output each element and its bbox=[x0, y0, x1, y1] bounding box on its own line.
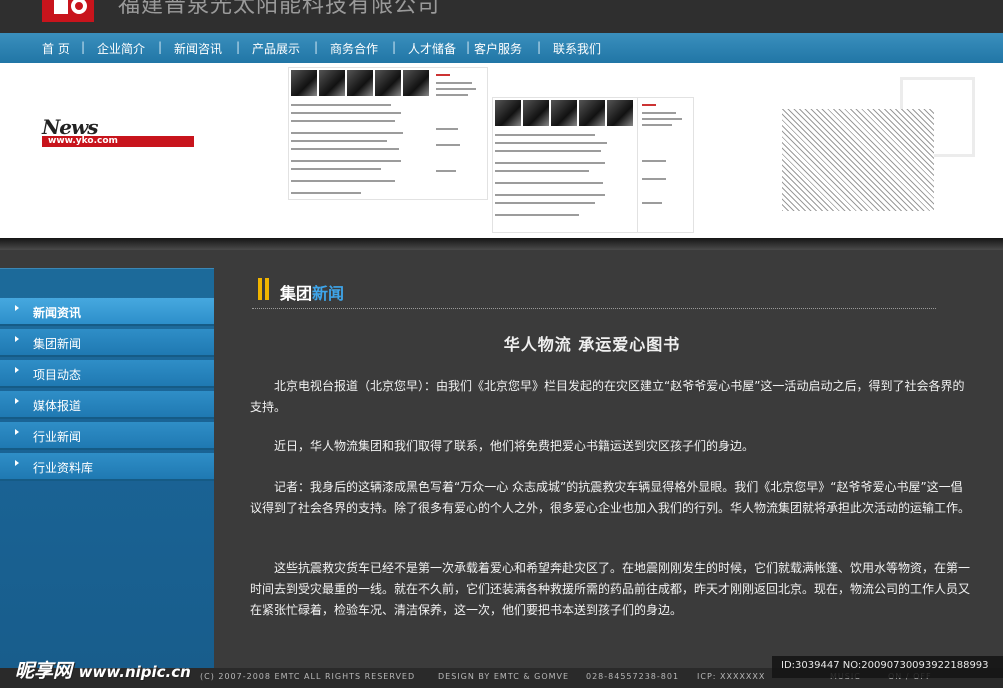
news-logo: News www.yko.com bbox=[42, 115, 194, 147]
main-content: 集团新闻 华人物流 承运爱心图书 北京电视台报道（北京您早）：由我们《北京您早》… bbox=[250, 268, 972, 668]
nav-separator: | bbox=[236, 40, 241, 54]
sidebar-item-label: 行业新闻 bbox=[33, 430, 82, 444]
arrow-right-icon bbox=[15, 305, 19, 311]
sidebar-item-label: 行业资料库 bbox=[33, 461, 94, 475]
nav-item-contact[interactable]: 联系我们 bbox=[553, 40, 601, 57]
banner-page-preview bbox=[288, 67, 434, 200]
sidebar-item-media-reports[interactable]: 媒体报道 bbox=[0, 391, 214, 419]
sidebar-item-label: 媒体报道 bbox=[33, 399, 82, 413]
arrow-right-icon bbox=[15, 398, 19, 404]
arrow-right-icon bbox=[15, 336, 19, 342]
footer-phone: 028-84557238-801 bbox=[586, 672, 680, 681]
nav-separator: | bbox=[392, 40, 397, 54]
nav-item-about[interactable]: 企业简介 bbox=[97, 40, 145, 57]
nav-item-business[interactable]: 商务合作 bbox=[330, 40, 378, 57]
nav-item-service[interactable]: 客户服务 bbox=[474, 40, 522, 57]
sidebar-item-label: 项目动态 bbox=[33, 368, 82, 382]
article-title: 华人物流 承运爱心图书 bbox=[503, 335, 681, 354]
article-paragraph: 这些抗震救灾货车已经不是第一次承载着爱心和希望奔赴灾区了。在地震刚刚发生的时候，… bbox=[250, 561, 971, 617]
section-bar-icon bbox=[258, 278, 262, 300]
logo-ring-icon bbox=[71, 0, 87, 14]
nav-separator: | bbox=[537, 40, 542, 54]
sidebar-item-news-info[interactable]: 新闻资讯 bbox=[0, 298, 214, 326]
arrow-right-icon bbox=[15, 429, 19, 435]
section-divider bbox=[252, 308, 936, 309]
banner-page-sidebar bbox=[432, 67, 488, 200]
preview-photo-strip bbox=[291, 70, 429, 96]
nav-separator: | bbox=[81, 40, 86, 54]
banner-page-sidebar-2 bbox=[638, 97, 694, 233]
nav-item-news[interactable]: 新闻咨讯 bbox=[174, 40, 222, 57]
article-paragraph: 记者：我身后的这辆漆成黑色写着“万众一心 众志成城”的抗震救灾车辆显得格外显眼。… bbox=[250, 480, 971, 515]
nav-item-home[interactable]: 首 页 bbox=[42, 40, 70, 57]
arrow-right-icon bbox=[15, 460, 19, 466]
section-bar-icon bbox=[265, 278, 269, 300]
nav-item-products[interactable]: 产品展示 bbox=[252, 40, 300, 57]
banner: News www.yko.com bbox=[0, 63, 1003, 238]
preview-photo-strip bbox=[495, 100, 633, 126]
banner-page-preview-2 bbox=[492, 97, 638, 233]
arrow-right-icon bbox=[15, 367, 19, 373]
company-logo[interactable] bbox=[42, 0, 94, 22]
watermark-site-name: 昵享网 bbox=[15, 660, 73, 682]
article-paragraph: 北京电视台报道（北京您早）：由我们《北京您早》栏目发起的在灾区建立“赵爷爷爱心书… bbox=[250, 379, 965, 414]
watermark-site: 昵享网 www.nipic.cn bbox=[15, 656, 191, 683]
sidebar-item-label: 集团新闻 bbox=[33, 337, 82, 351]
sidebar-item-industry-news[interactable]: 行业新闻 bbox=[0, 422, 214, 450]
banner-divider bbox=[0, 238, 1003, 250]
nav-separator: | bbox=[466, 40, 471, 54]
sidebar-item-industry-database[interactable]: 行业资料库 bbox=[0, 453, 214, 481]
article-paragraph: 近日，华人物流集团和我们取得了联系，他们将免费把爱心书籍运送到灾区孩子们的身边。 bbox=[274, 439, 755, 453]
watermark-site-url: www.nipic.cn bbox=[78, 663, 191, 681]
sidebar: 新闻资讯 集团新闻 项目动态 媒体报道 行业新闻 行业资料库 bbox=[0, 268, 214, 668]
nav-separator: | bbox=[314, 40, 319, 54]
site-header: 福建晋泉光太阳能科技有限公司 bbox=[0, 0, 1003, 33]
watermark-id-box: ID:3039447 NO:20090730093922188993 bbox=[772, 656, 1003, 678]
company-name: 福建晋泉光太阳能科技有限公司 bbox=[118, 0, 441, 18]
logo-square-icon bbox=[54, 0, 68, 14]
watermark-image-id: ID:3039447 NO:20090730093922188993 bbox=[781, 660, 989, 671]
sidebar-item-project-updates[interactable]: 项目动态 bbox=[0, 360, 214, 388]
footer-copyright: (C) 2007-2008 EMTC ALL RIGHTS RESERVED bbox=[200, 672, 416, 681]
nav-item-talent[interactable]: 人才储备 bbox=[408, 40, 456, 57]
footer-icp: ICP: XXXXXXX bbox=[697, 672, 766, 681]
footer-design-credit: DESIGN BY EMTC & GOMVE bbox=[438, 672, 570, 681]
nav-separator: | bbox=[158, 40, 163, 54]
section-title: 集团新闻 bbox=[280, 284, 345, 303]
sidebar-item-group-news[interactable]: 集团新闻 bbox=[0, 329, 214, 357]
sidebar-header bbox=[0, 268, 214, 297]
banner-hatch-pattern bbox=[782, 109, 934, 211]
sidebar-item-label: 新闻资讯 bbox=[33, 306, 82, 320]
news-logo-url: www.yko.com bbox=[42, 136, 194, 147]
main-nav: 首 页 | 企业简介 | 新闻咨讯 | 产品展示 | 商务合作 | 人才储备 |… bbox=[0, 33, 1003, 63]
